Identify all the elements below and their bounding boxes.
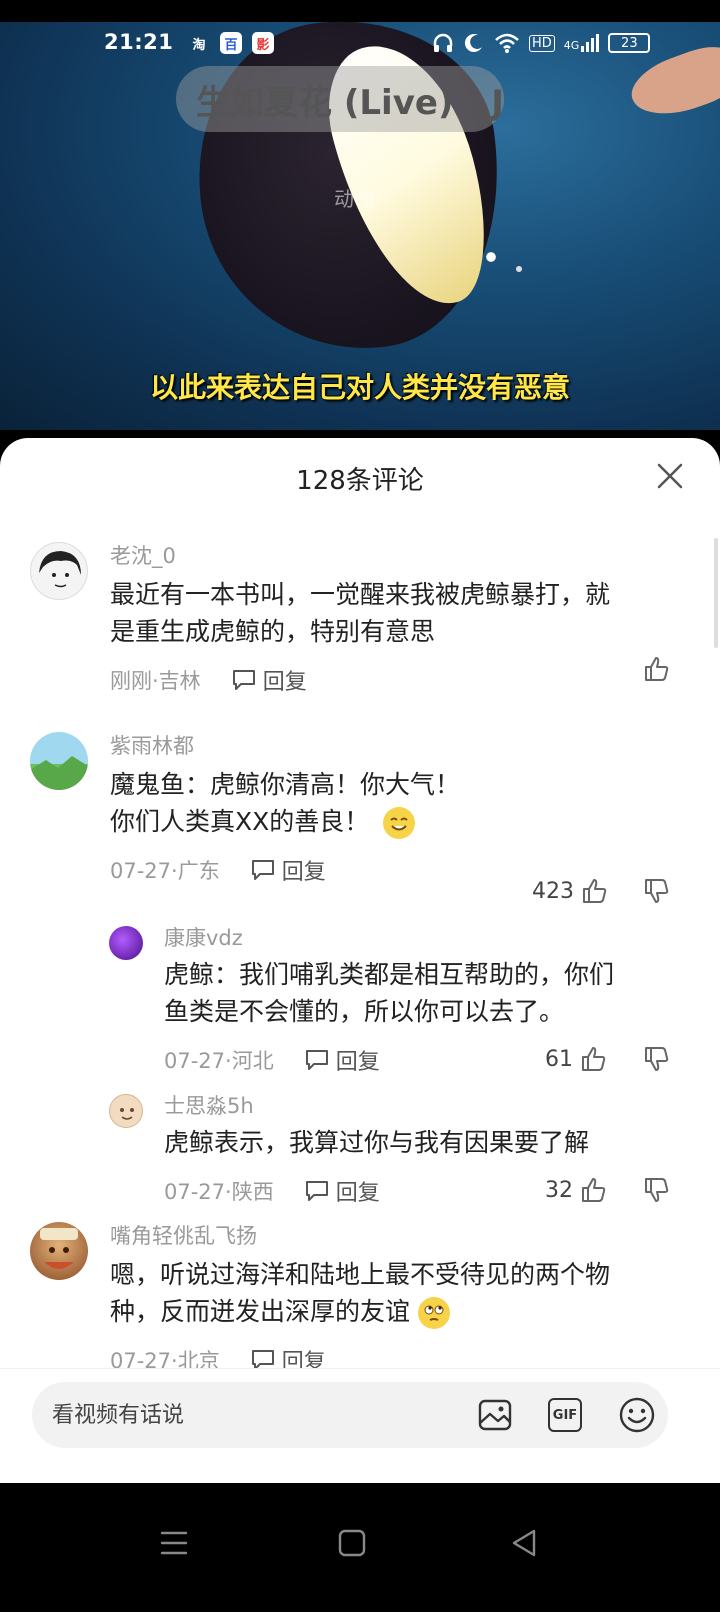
reply-text: 虎鲸：我们哺乳类都是相互帮助的，你们 鱼类是不会懂的，所以你可以去了。	[164, 956, 674, 1030]
comment-text: 嗯，听说过海洋和陆地上最不受待见的两个物 种，反而迸发出深厚的友谊	[110, 1256, 670, 1330]
hd-badge: HD	[529, 34, 555, 52]
comment-text-line: 你们人类真XX的善良！	[110, 807, 370, 836]
comment-item: 老沈_0 最近有一本书叫，一觉醒来我被虎鲸暴打，就 是重生成虎鲸的，特别有意思 …	[0, 534, 720, 724]
song-title-pill[interactable]: 生如夏花 (Live) - J	[176, 66, 504, 132]
reply-username[interactable]: 康康vdz	[164, 922, 674, 952]
reply-time-location: 07-27·河北	[164, 1049, 274, 1073]
thumb-up-icon	[582, 1178, 606, 1202]
thumb-down-icon[interactable]	[642, 1176, 670, 1204]
comment-username[interactable]: 紫雨林都	[110, 730, 670, 760]
comment-text: 最近有一本书叫，一觉醒来我被虎鲸暴打，就 是重生成虎鲸的，特别有意思	[110, 576, 670, 650]
comment-text-line: 嗯，听说过海洋和陆地上最不受待见的两个物	[110, 1260, 611, 1289]
avatar[interactable]	[109, 926, 143, 960]
status-time: 21:21	[104, 30, 174, 54]
baidu-app-icon: 百	[220, 32, 242, 54]
reply-button[interactable]: 回复	[250, 854, 326, 886]
comment-input-bar[interactable]: GIF	[32, 1382, 668, 1448]
status-right: HD 4G 23	[432, 32, 651, 54]
thumb-up-icon[interactable]	[642, 655, 670, 683]
thumb-up-icon	[583, 879, 607, 903]
like-count: 61	[545, 1046, 573, 1072]
reply-item: 士思淼5h 虎鲸表示，我算过你与我有因果要了解 07-27·陕西 回复 32	[0, 1090, 720, 1230]
comment-panel: 128条评论 老沈_0 最近有一本书叫，一觉醒来我被虎鲸暴打，就 是重生成虎鲸的…	[0, 438, 720, 1483]
avatar[interactable]	[30, 732, 88, 790]
comment-text-line: 是重生成虎鲸的，特别有意思	[110, 617, 436, 646]
thumb-down-icon[interactable]	[642, 1045, 670, 1073]
smile-emoji-icon	[383, 807, 416, 839]
headphones-icon	[433, 33, 453, 52]
reply-label: 回复	[281, 860, 326, 885]
comment-input[interactable]	[52, 1402, 432, 1428]
image-icon[interactable]	[476, 1396, 514, 1434]
avatar[interactable]	[109, 1094, 143, 1128]
back-triangle-icon[interactable]	[504, 1523, 544, 1563]
reply-text: 虎鲸表示，我算过你与我有因果要了解	[164, 1124, 674, 1161]
panel-title: 128条评论	[296, 466, 424, 496]
reply-item: 康康vdz 虎鲸：我们哺乳类都是相互帮助的，你们 鱼类是不会懂的，所以你可以去了…	[0, 922, 720, 1092]
comment-username[interactable]: 老沈_0	[110, 540, 670, 570]
reply-label: 回复	[262, 670, 307, 695]
comment-time-location: 刚刚·吉林	[110, 669, 201, 693]
comment-bubble-icon	[305, 1181, 328, 1201]
avatar[interactable]	[30, 1222, 88, 1280]
like-count: 423	[532, 878, 574, 904]
comment-bubble-icon	[232, 670, 255, 690]
close-icon[interactable]	[654, 460, 686, 492]
status-app-icons: 淘 百 影	[188, 32, 274, 54]
like-button[interactable]: 423	[532, 877, 608, 905]
status-bar: 21:21 淘 百 影 HD 4G 23	[0, 26, 720, 62]
home-square-icon[interactable]	[332, 1523, 372, 1563]
taobao-app-icon: 淘	[192, 37, 206, 53]
system-nav-bar	[0, 1483, 720, 1612]
reply-button[interactable]: 回复	[304, 1175, 380, 1207]
signal-type: 4G	[563, 39, 580, 52]
like-button[interactable]: 32	[545, 1176, 607, 1204]
comment-text-line: 种，反而迸发出深厚的友谊	[110, 1297, 411, 1326]
top-black-strip	[0, 0, 720, 22]
wifi-icon	[495, 33, 519, 53]
video-app-icon: 影	[252, 32, 274, 54]
thumb-down-icon[interactable]	[642, 877, 670, 905]
battery-indicator: 23	[608, 33, 651, 53]
comment-text-line: 魔鬼鱼：虎鲸你清高！你大气！	[110, 770, 461, 799]
comment-meta: 刚刚·吉林 回复	[110, 660, 670, 700]
emoji-icon[interactable]	[618, 1396, 656, 1434]
signal-icon: 4G	[564, 34, 600, 52]
reply-username[interactable]: 士思淼5h	[164, 1090, 674, 1120]
reply-button[interactable]: 回复	[231, 664, 307, 696]
comment-username[interactable]: 嘴角轻佻乱飞扬	[110, 1220, 670, 1250]
reply-label: 回复	[335, 1050, 380, 1075]
song-title: 生如夏花 (Live) - J	[196, 82, 504, 123]
reply-label: 回复	[335, 1181, 380, 1206]
avatar[interactable]	[30, 542, 88, 600]
rolling-eyes-emoji-icon	[417, 1297, 450, 1329]
comment-text-line-with-emoji: 种，反而迸发出深厚的友谊	[110, 1293, 670, 1330]
like-button[interactable]: 61	[545, 1045, 607, 1073]
comment-bubble-icon	[305, 1050, 328, 1070]
comment-text-line-with-emoji: 你们人类真XX的善良！	[110, 803, 670, 840]
lights-image	[470, 245, 540, 285]
reply-text-line: 虎鲸：我们哺乳类都是相互帮助的，你们	[164, 960, 615, 989]
video-subtitle: 以此来表达自己对人类并没有恶意	[149, 371, 570, 404]
video-watermark: 动物	[334, 187, 374, 211]
panel-header: 128条评论	[0, 438, 720, 514]
like-count: 32	[545, 1177, 573, 1203]
video-player[interactable]: 21:21 淘 百 影 HD 4G 23 生如夏花 (Live) - J 动物 …	[0, 0, 720, 430]
comment-input-area: GIF	[0, 1368, 720, 1483]
comment-item: 紫雨林都 魔鬼鱼：虎鲸你清高！你大气！ 你们人类真XX的善良！ 07-27·广东…	[0, 724, 720, 1206]
reply-text-line: 鱼类是不会懂的，所以你可以去了。	[164, 997, 565, 1026]
comment-bubble-icon	[251, 860, 274, 880]
reply-button[interactable]: 回复	[304, 1044, 380, 1076]
menu-icon[interactable]	[154, 1523, 194, 1563]
comment-text: 魔鬼鱼：虎鲸你清高！你大气！ 你们人类真XX的善良！	[110, 766, 670, 840]
comment-text-line: 最近有一本书叫，一觉醒来我被虎鲸暴打，就	[110, 580, 611, 609]
moon-icon	[464, 34, 482, 53]
gif-icon[interactable]: GIF	[548, 1398, 582, 1432]
reply-time-location: 07-27·陕西	[164, 1180, 274, 1204]
thumb-up-icon	[582, 1047, 606, 1071]
comment-time-location: 07-27·广东	[110, 859, 220, 883]
reply-text-line: 虎鲸表示，我算过你与我有因果要了解	[164, 1128, 590, 1157]
comment-list: 老沈_0 最近有一本书叫，一觉醒来我被虎鲸暴打，就 是重生成虎鲸的，特别有意思 …	[0, 534, 720, 1394]
